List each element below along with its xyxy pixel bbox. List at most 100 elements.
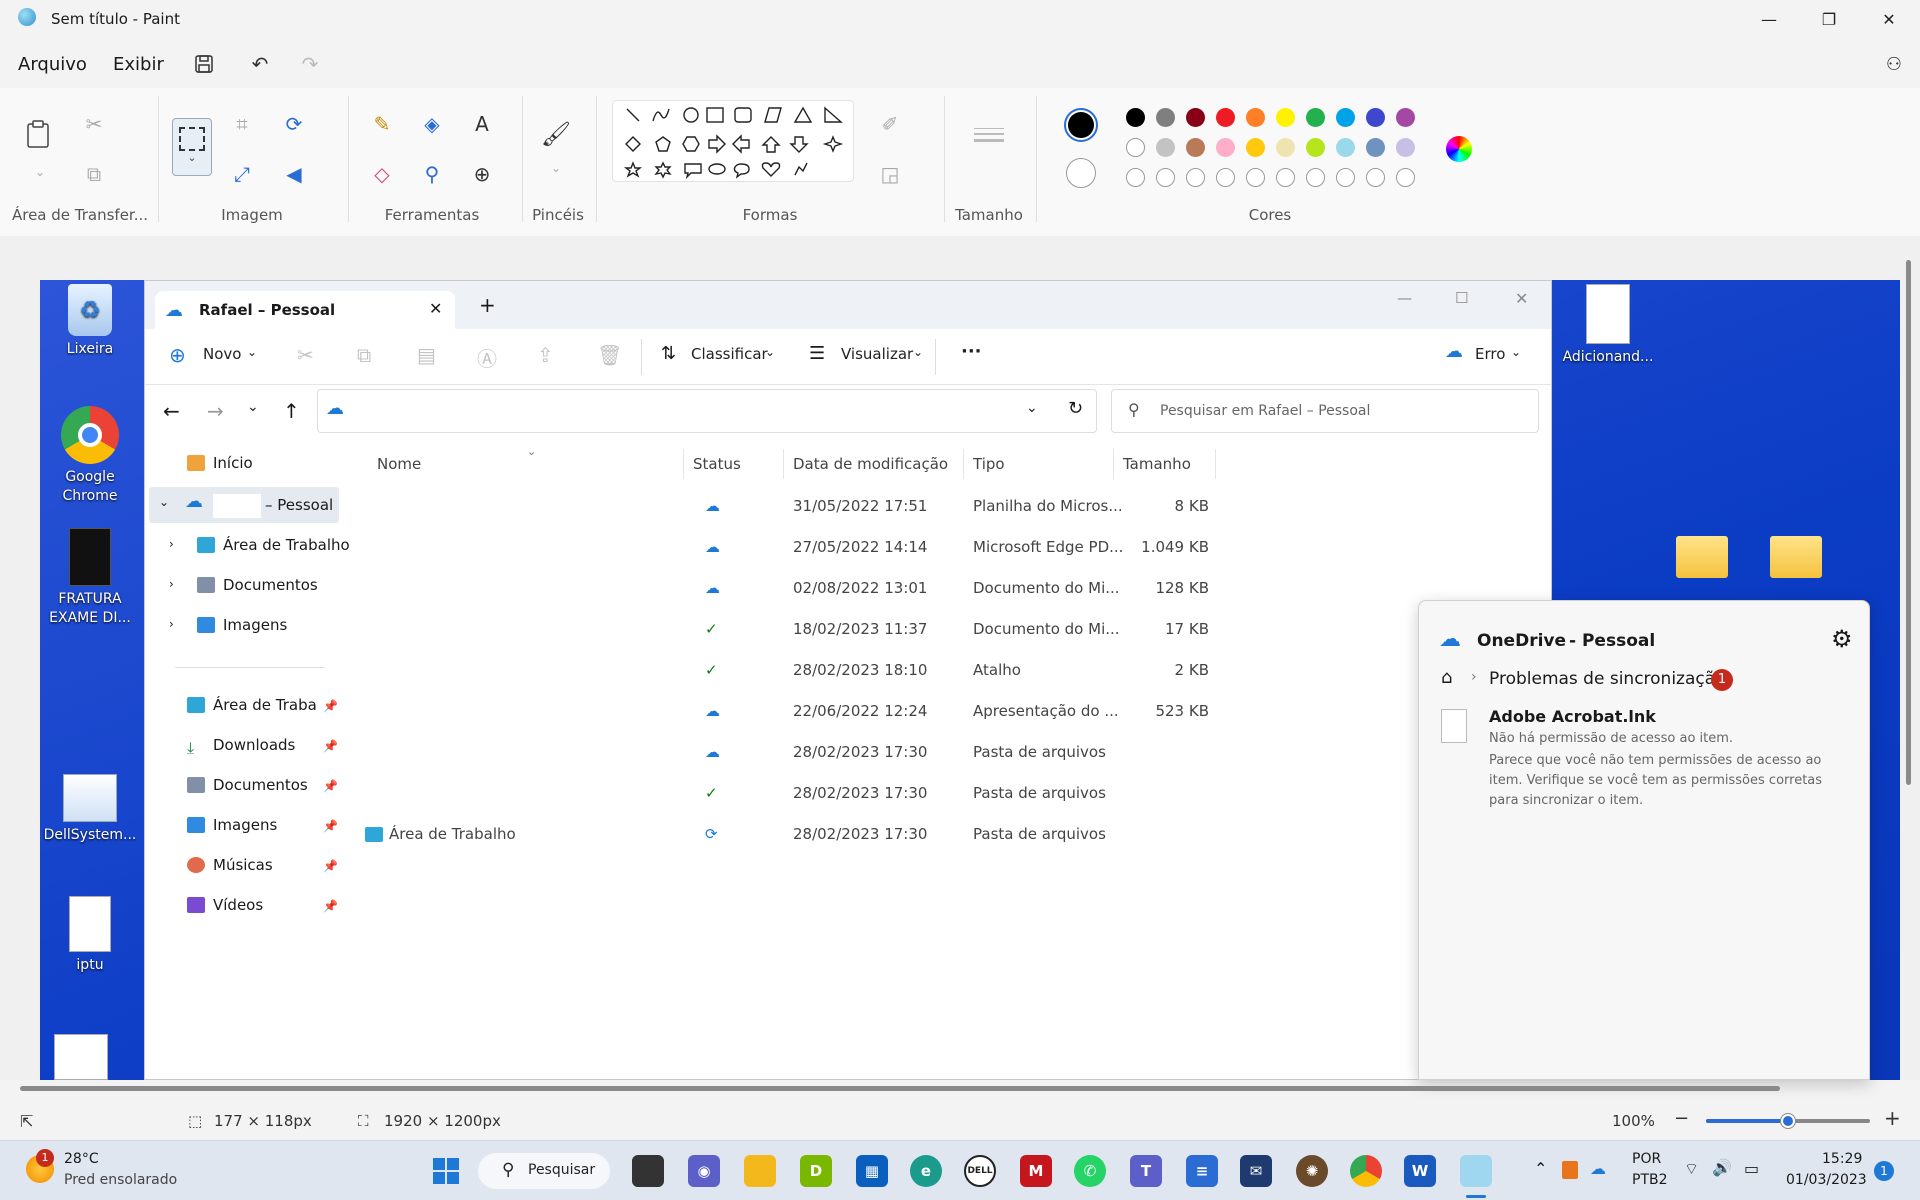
cut-icon[interactable]: ✂	[80, 110, 108, 138]
table-row[interactable]: ✓ 28/02/2023 17:30 Pasta de arquivos	[341, 774, 1551, 814]
notification-badge[interactable]: 1	[1874, 1161, 1894, 1181]
weather-temp[interactable]: 28°C	[64, 1151, 99, 1167]
eraser-icon[interactable]: ◇	[368, 160, 396, 188]
color-swatch[interactable]	[1186, 138, 1205, 157]
crop-icon[interactable]: ⌗	[228, 110, 256, 138]
weather-desc[interactable]: Pred ensolarado	[64, 1172, 177, 1188]
redo-icon[interactable]: ↷	[296, 50, 324, 78]
settings-gear-icon[interactable]: ⚙	[1831, 625, 1853, 653]
whatsapp-icon[interactable]: ✆	[1074, 1155, 1106, 1187]
explorer-minimize-button[interactable]: —	[1397, 289, 1412, 307]
chrome-taskbar-icon[interactable]	[1350, 1155, 1382, 1187]
color-swatch[interactable]	[1126, 108, 1145, 127]
pencil-icon[interactable]: ✎	[368, 110, 396, 138]
pin-icon[interactable]: 📌	[323, 739, 338, 753]
table-row[interactable]: ☁ 27/05/2022 14:14 Microsoft Edge PD... 1.0…	[341, 528, 1551, 568]
chevron-down-icon[interactable]: ⌄	[542, 154, 570, 182]
notepad-icon[interactable]: ≡	[1186, 1155, 1218, 1187]
table-row[interactable]: Área de Trabalho ⟳ 28/02/2023 17:30 Pasta d…	[341, 815, 1551, 855]
undo-icon[interactable]: ↶	[246, 50, 274, 78]
text-icon[interactable]: A	[468, 110, 496, 138]
shapes-gallery[interactable]	[612, 100, 854, 182]
resize-icon[interactable]: ⤢	[228, 160, 256, 188]
edge-icon[interactable]: e	[910, 1155, 942, 1187]
explorer-tab[interactable]: ☁ Rafael – Pessoal ✕	[155, 291, 455, 329]
secondary-color[interactable]	[1066, 158, 1096, 188]
recent-locations-icon[interactable]: ⌄	[247, 399, 259, 415]
nav-quick-documents[interactable]: Documentos	[187, 767, 308, 803]
rotate-icon[interactable]: ⟳	[280, 110, 308, 138]
wifi-icon[interactable]: ⌔	[1684, 1159, 1699, 1179]
chevron-up-icon[interactable]: ⌃	[1534, 1159, 1547, 1178]
pin-icon[interactable]: 📌	[323, 819, 338, 833]
select-button[interactable]: ⌄	[172, 118, 212, 176]
shape-fill-icon[interactable]: ◲	[876, 160, 904, 188]
table-row[interactable]: ☁ 28/02/2023 17:30 Pasta de arquivos	[341, 733, 1551, 773]
paste-icon[interactable]	[24, 120, 52, 148]
nav-od-documents[interactable]: Documentos	[197, 567, 318, 603]
explorer-maximize-button[interactable]: ☐	[1455, 289, 1468, 307]
file-explorer-icon[interactable]	[744, 1155, 776, 1187]
color-swatch[interactable]	[1306, 138, 1325, 157]
custom-color-slot[interactable]	[1186, 168, 1205, 187]
chevron-down-icon[interactable]: ⌄	[1026, 400, 1038, 416]
column-header-name[interactable]: Nome	[377, 455, 421, 473]
game-app-icon[interactable]: ✺	[1296, 1155, 1328, 1187]
clock-date[interactable]: 01/03/2023	[1786, 1172, 1867, 1188]
error-button[interactable]: Erro	[1475, 345, 1505, 363]
color-swatch[interactable]	[1336, 108, 1355, 127]
vertical-scrollbar[interactable]	[1906, 260, 1911, 785]
zoom-slider[interactable]	[1706, 1114, 1870, 1128]
nav-quick-downloads[interactable]: ⤓ Downloads	[187, 727, 295, 763]
nav-quick-videos[interactable]: Vídeos	[187, 887, 263, 923]
nav-od-desktop[interactable]: Área de Trabalho	[197, 527, 350, 563]
fill-icon[interactable]: ◈	[418, 110, 446, 138]
teams-icon[interactable]: T	[1130, 1155, 1162, 1187]
color-swatch[interactable]	[1246, 138, 1265, 157]
onedrive-tray-icon[interactable]: ☁	[1590, 1159, 1606, 1178]
color-swatch[interactable]	[1216, 108, 1235, 127]
back-icon[interactable]: ←	[163, 399, 180, 423]
edit-colors-icon[interactable]	[1446, 136, 1472, 162]
menu-view[interactable]: Exibir	[113, 54, 164, 75]
clock-time[interactable]: 15:29	[1822, 1151, 1862, 1167]
new-tab-button[interactable]: +	[479, 293, 496, 317]
color-swatch[interactable]	[1246, 108, 1265, 127]
minimize-button[interactable]: —	[1746, 4, 1792, 36]
nav-quick-music[interactable]: Músicas	[187, 847, 273, 883]
mcafee-icon[interactable]: M	[1020, 1155, 1052, 1187]
table-row[interactable]: ☁ 02/08/2022 13:01 Documento do Mi... 128 K…	[341, 569, 1551, 609]
color-swatch[interactable]	[1276, 108, 1295, 127]
new-button[interactable]: Novo	[203, 345, 241, 363]
forward-icon[interactable]: →	[207, 399, 224, 423]
dell-icon[interactable]: DELL	[964, 1155, 996, 1187]
color-swatch[interactable]	[1126, 138, 1145, 157]
table-row[interactable]: ☁ 22/06/2022 12:24 Apresentação do ... 523 …	[341, 692, 1551, 732]
share-icon[interactable]: ⇪	[537, 343, 554, 367]
outline-icon[interactable]: ✐	[876, 110, 904, 138]
explorer-close-button[interactable]: ✕	[1515, 289, 1528, 308]
nav-quick-desktop[interactable]: Área de Trabalho	[187, 687, 317, 723]
sync-problems-heading[interactable]: Problemas de sincronização	[1489, 669, 1726, 689]
magnifier-icon[interactable]: ⊕	[468, 160, 496, 188]
table-row[interactable]: ✓ 18/02/2023 11:37 Documento do Mi... 17 KB	[341, 610, 1551, 650]
task-view-icon[interactable]	[632, 1155, 664, 1187]
size-icon[interactable]	[974, 128, 1004, 148]
column-header-status[interactable]: Status	[693, 455, 741, 473]
home-icon[interactable]: ⌂	[1441, 667, 1452, 688]
rename-icon[interactable]: Ⓐ	[477, 343, 497, 372]
chevron-down-icon[interactable]: ⌄	[26, 158, 54, 186]
address-bar[interactable]: ☁ ⌄ ↻	[317, 389, 1097, 433]
store-icon[interactable]: ▦	[856, 1155, 888, 1187]
more-options-button[interactable]: ···	[961, 341, 982, 362]
chevron-right-icon[interactable]: ›	[169, 577, 174, 591]
color-swatch[interactable]	[1306, 108, 1325, 127]
color-swatch[interactable]	[1336, 138, 1355, 157]
view-button[interactable]: Visualizar	[841, 345, 913, 363]
primary-color[interactable]	[1064, 108, 1098, 142]
flip-icon[interactable]: ◀	[280, 160, 308, 188]
share-icon[interactable]: ⚇	[1880, 50, 1908, 78]
language-code[interactable]: POR	[1632, 1151, 1661, 1167]
custom-color-slot[interactable]	[1396, 168, 1415, 187]
color-picker-icon[interactable]: ⚲	[418, 160, 446, 188]
